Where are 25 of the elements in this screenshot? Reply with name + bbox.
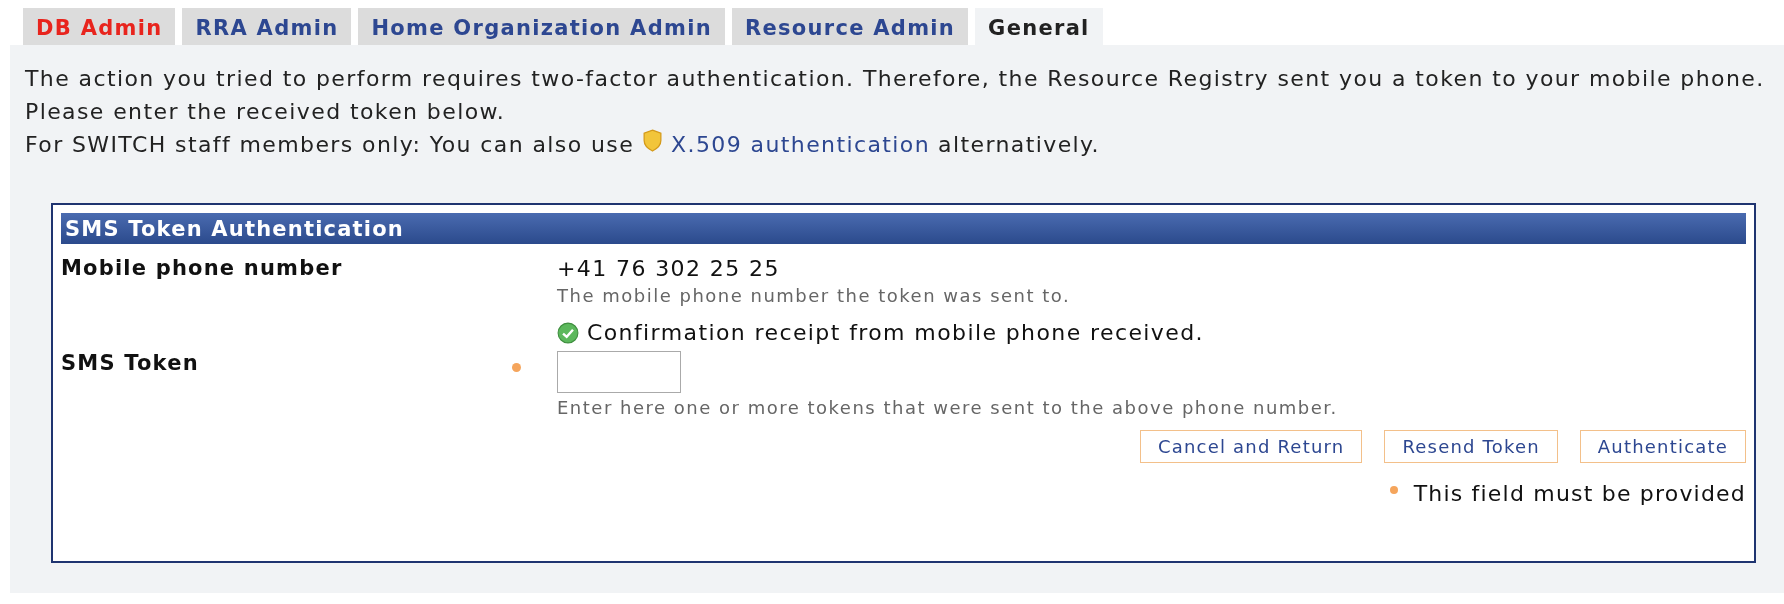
- field-hint: The mobile phone number the token was sent to.: [557, 285, 1072, 306]
- form-button[interactable]: Cancel and Return: [1140, 430, 1363, 463]
- x509-link[interactable]: X.509 authentication: [671, 128, 931, 161]
- intro-text: The action you tried to perform requires two-factor authentication. Therefore, the Resource Registry sent you a token to your mobile phone.: [25, 65, 1765, 93]
- field-label: Mobile phone number: [61, 256, 344, 282]
- intro-text: Please enter the received token below.: [25, 98, 506, 126]
- check-icon: [557, 321, 579, 344]
- tab[interactable]: RRA Admin: [182, 8, 352, 45]
- field-hint: Enter here one or more tokens that were sent to the above phone number.: [557, 397, 1339, 418]
- tab[interactable]: Home Organization Admin: [358, 8, 725, 45]
- shield-icon: [642, 129, 664, 152]
- form-button[interactable]: Authenticate: [1579, 430, 1746, 463]
- tab[interactable]: Resource Admin: [731, 8, 969, 45]
- phone-number: +41 76 302 25 25: [557, 256, 781, 281]
- form-button[interactable]: Resend Token: [1384, 430, 1558, 463]
- field-label: SMS Token: [61, 351, 200, 377]
- required-dot-icon: [1389, 485, 1398, 494]
- intro-text: alternatively.: [938, 131, 1100, 159]
- form-title: SMS Token Authentication: [61, 213, 1746, 244]
- legend-text: This field must be provided: [1413, 481, 1746, 506]
- intro-text: For SWITCH staff members only: You can also use: [25, 131, 635, 159]
- token-input[interactable]: [557, 351, 681, 393]
- status-text: Confirmation receipt from mobile phone received.: [587, 320, 1204, 345]
- required-dot-icon: [512, 363, 521, 372]
- tab[interactable]: General: [975, 8, 1103, 45]
